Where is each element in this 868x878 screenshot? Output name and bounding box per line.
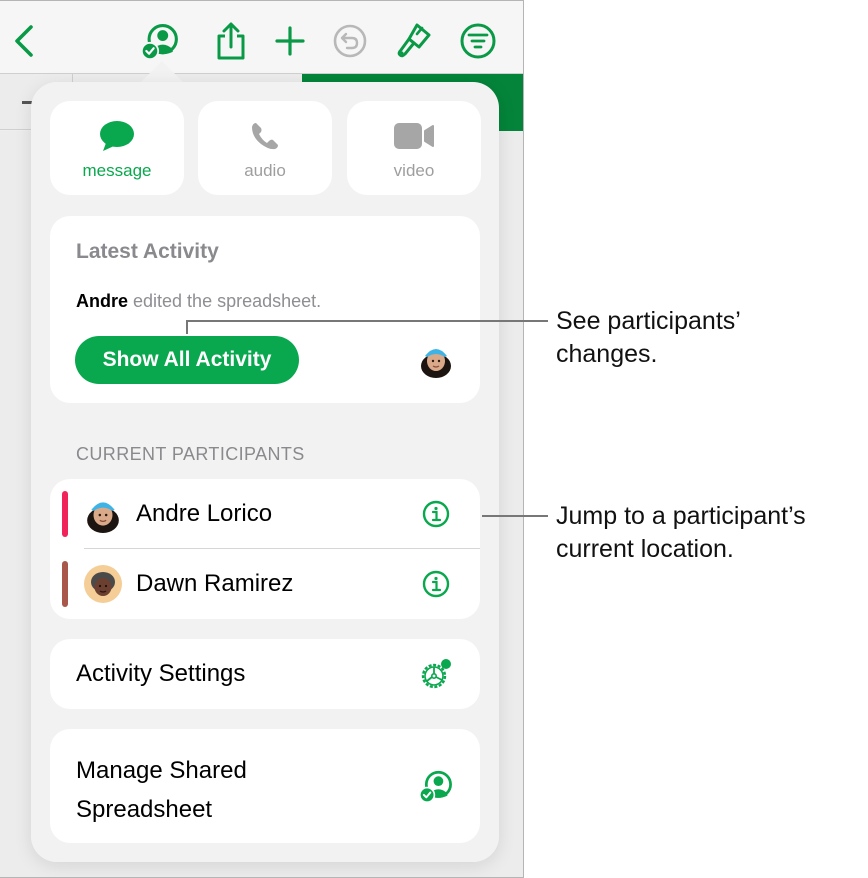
add-icon[interactable] xyxy=(270,21,310,61)
participant-name: Dawn Ramirez xyxy=(136,570,294,597)
activity-action: edited the spreadsheet. xyxy=(128,291,322,311)
show-all-activity-button[interactable]: Show All Activity xyxy=(75,336,299,384)
activity-settings-gear-icon xyxy=(418,657,454,691)
activity-actor: Andre xyxy=(76,291,129,311)
andre-avatar-icon xyxy=(84,495,122,533)
callout-jump-location: Jump to a participant’s current location… xyxy=(556,500,806,566)
activity-settings-label: Activity Settings xyxy=(76,660,246,687)
message-button[interactable]: message xyxy=(50,101,184,195)
collaboration-icon xyxy=(418,769,454,803)
participant-color-bar xyxy=(62,491,68,537)
callout-line-2: changes. xyxy=(556,340,658,368)
video-camera-icon xyxy=(393,119,435,153)
message-bubble-icon xyxy=(98,119,136,153)
message-label: message xyxy=(82,161,152,180)
participant-name: Andre Lorico xyxy=(136,500,273,527)
popover-arrow xyxy=(140,61,184,83)
callout-leader-vertical xyxy=(186,320,188,334)
callout-leader-participants xyxy=(482,515,548,517)
callout-line-1: See participants’ xyxy=(556,307,741,335)
callout-line-2: current location. xyxy=(556,535,734,563)
collaboration-icon[interactable] xyxy=(140,21,180,61)
ipad-screen: message audio video Latest Activity Andr… xyxy=(0,0,524,878)
info-icon[interactable] xyxy=(422,570,450,598)
dawn-avatar-icon xyxy=(84,565,122,603)
latest-activity-title: Latest Activity xyxy=(76,240,219,263)
audio-label: audio xyxy=(244,161,286,180)
andre-avatar-icon xyxy=(418,342,454,378)
video-label: video xyxy=(393,161,435,180)
participant-color-bar xyxy=(62,561,68,607)
manage-shared-spreadsheet-label: Manage Shared Spreadsheet xyxy=(76,757,247,823)
video-button[interactable]: video xyxy=(347,101,481,195)
share-icon[interactable] xyxy=(211,21,251,61)
info-icon[interactable] xyxy=(422,500,450,528)
callout-see-changes: See participants’ changes. xyxy=(556,305,741,371)
toolbar xyxy=(0,1,523,74)
callout-leader-activity xyxy=(186,320,548,322)
undo-icon[interactable] xyxy=(330,21,370,61)
phone-icon xyxy=(249,119,281,153)
manage-shared-spreadsheet-button[interactable]: Manage Shared Spreadsheet xyxy=(50,729,480,843)
participants-list: Andre Lorico Dawn Ramirez xyxy=(50,479,480,619)
current-participants-label: CURRENT PARTICIPANTS xyxy=(76,444,305,464)
format-brush-icon[interactable] xyxy=(394,21,434,61)
activity-settings-button[interactable]: Activity Settings xyxy=(50,639,480,709)
back-chevron-icon[interactable] xyxy=(4,21,44,61)
audio-button[interactable]: audio xyxy=(198,101,332,195)
participant-row-dawn[interactable]: Dawn Ramirez xyxy=(50,549,480,619)
latest-activity-card: Latest Activity Andre edited the spreads… xyxy=(50,216,480,403)
latest-activity-description: Andre edited the spreadsheet. xyxy=(76,291,321,312)
callout-line-1: Jump to a participant’s xyxy=(556,502,806,530)
organize-icon[interactable] xyxy=(458,21,498,61)
participant-row-andre[interactable]: Andre Lorico xyxy=(50,479,480,549)
